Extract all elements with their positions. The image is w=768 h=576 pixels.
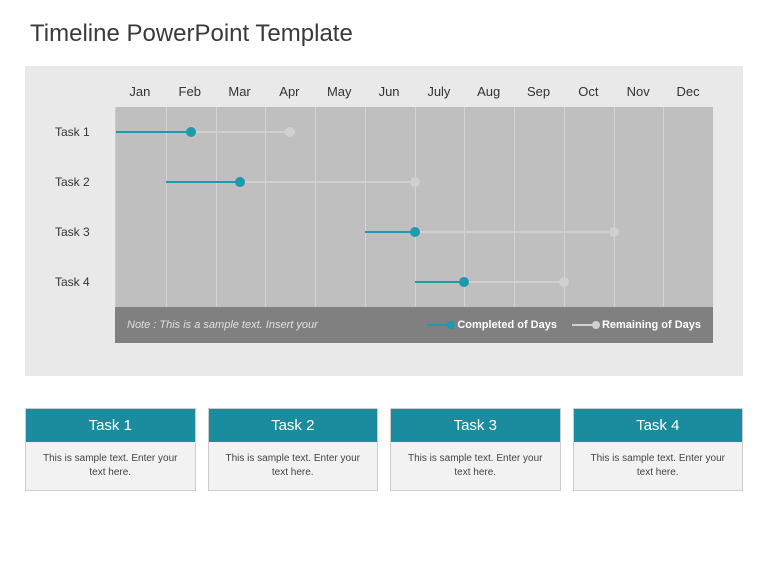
- task-card: Task 4This is sample text. Enter your te…: [573, 408, 744, 491]
- month-label: July: [414, 84, 464, 99]
- task-card-body: This is sample text. Enter your text her…: [574, 442, 743, 490]
- slide: Timeline PowerPoint Template JanFebMarAp…: [0, 0, 768, 576]
- slide-title: Timeline PowerPoint Template: [30, 20, 743, 48]
- task-label: Task 3: [55, 207, 115, 257]
- task-row: [116, 207, 713, 257]
- task-card-title: Task 3: [391, 409, 560, 442]
- legend-completed: Completed of Days: [427, 319, 557, 331]
- task-row: [116, 107, 713, 157]
- legend-remaining-label: Remaining of Days: [602, 319, 701, 331]
- task-label: Task 2: [55, 157, 115, 207]
- completed-bar: [166, 181, 241, 183]
- completed-dot-icon: [186, 127, 196, 137]
- remaining-bar: [415, 231, 614, 233]
- task-card-body: This is sample text. Enter your text her…: [391, 442, 560, 490]
- legend-completed-label: Completed of Days: [457, 319, 557, 331]
- gantt-grid: [115, 107, 713, 307]
- legend-remaining-icon: [572, 324, 598, 326]
- month-label: Feb: [165, 84, 215, 99]
- legend-note: Note : This is a sample text. Insert you…: [127, 319, 412, 331]
- completed-dot-icon: [410, 227, 420, 237]
- remaining-bar: [240, 181, 414, 183]
- gantt-container: Task 1Task 2Task 3Task 4: [55, 107, 713, 307]
- completed-bar: [415, 281, 465, 283]
- task-cards-row: Task 1This is sample text. Enter your te…: [25, 408, 743, 491]
- task-card-title: Task 4: [574, 409, 743, 442]
- task-card: Task 3This is sample text. Enter your te…: [390, 408, 561, 491]
- task-card-body: This is sample text. Enter your text her…: [209, 442, 378, 490]
- month-label: Sep: [514, 84, 564, 99]
- remaining-dot-icon: [559, 277, 569, 287]
- task-card: Task 2This is sample text. Enter your te…: [208, 408, 379, 491]
- month-label: Jun: [364, 84, 414, 99]
- remaining-dot-icon: [609, 227, 619, 237]
- month-label: Apr: [264, 84, 314, 99]
- completed-dot-icon: [459, 277, 469, 287]
- month-label: Jan: [115, 84, 165, 99]
- legend-bar: Note : This is a sample text. Insert you…: [115, 307, 713, 343]
- remaining-dot-icon: [410, 177, 420, 187]
- task-labels: Task 1Task 2Task 3Task 4: [55, 107, 115, 307]
- task-label: Task 1: [55, 107, 115, 157]
- month-label: May: [314, 84, 364, 99]
- task-card: Task 1This is sample text. Enter your te…: [25, 408, 196, 491]
- remaining-bar: [464, 281, 564, 283]
- task-row: [116, 257, 713, 307]
- month-label: Oct: [563, 84, 613, 99]
- months-axis: JanFebMarAprMayJunJulyAugSepOctNovDec: [115, 84, 713, 99]
- completed-bar: [365, 231, 415, 233]
- task-card-title: Task 2: [209, 409, 378, 442]
- completed-dot-icon: [235, 177, 245, 187]
- task-card-body: This is sample text. Enter your text her…: [26, 442, 195, 490]
- task-label: Task 4: [55, 257, 115, 307]
- remaining-dot-icon: [285, 127, 295, 137]
- month-label: Aug: [464, 84, 514, 99]
- legend-remaining: Remaining of Days: [572, 319, 701, 331]
- month-label: Dec: [663, 84, 713, 99]
- month-label: Nov: [613, 84, 663, 99]
- legend-completed-icon: [427, 324, 453, 326]
- completed-bar: [116, 131, 191, 133]
- task-card-title: Task 1: [26, 409, 195, 442]
- remaining-bar: [191, 131, 291, 133]
- month-label: Mar: [215, 84, 265, 99]
- task-row: [116, 157, 713, 207]
- timeline-chart: JanFebMarAprMayJunJulyAugSepOctNovDec Ta…: [25, 66, 743, 376]
